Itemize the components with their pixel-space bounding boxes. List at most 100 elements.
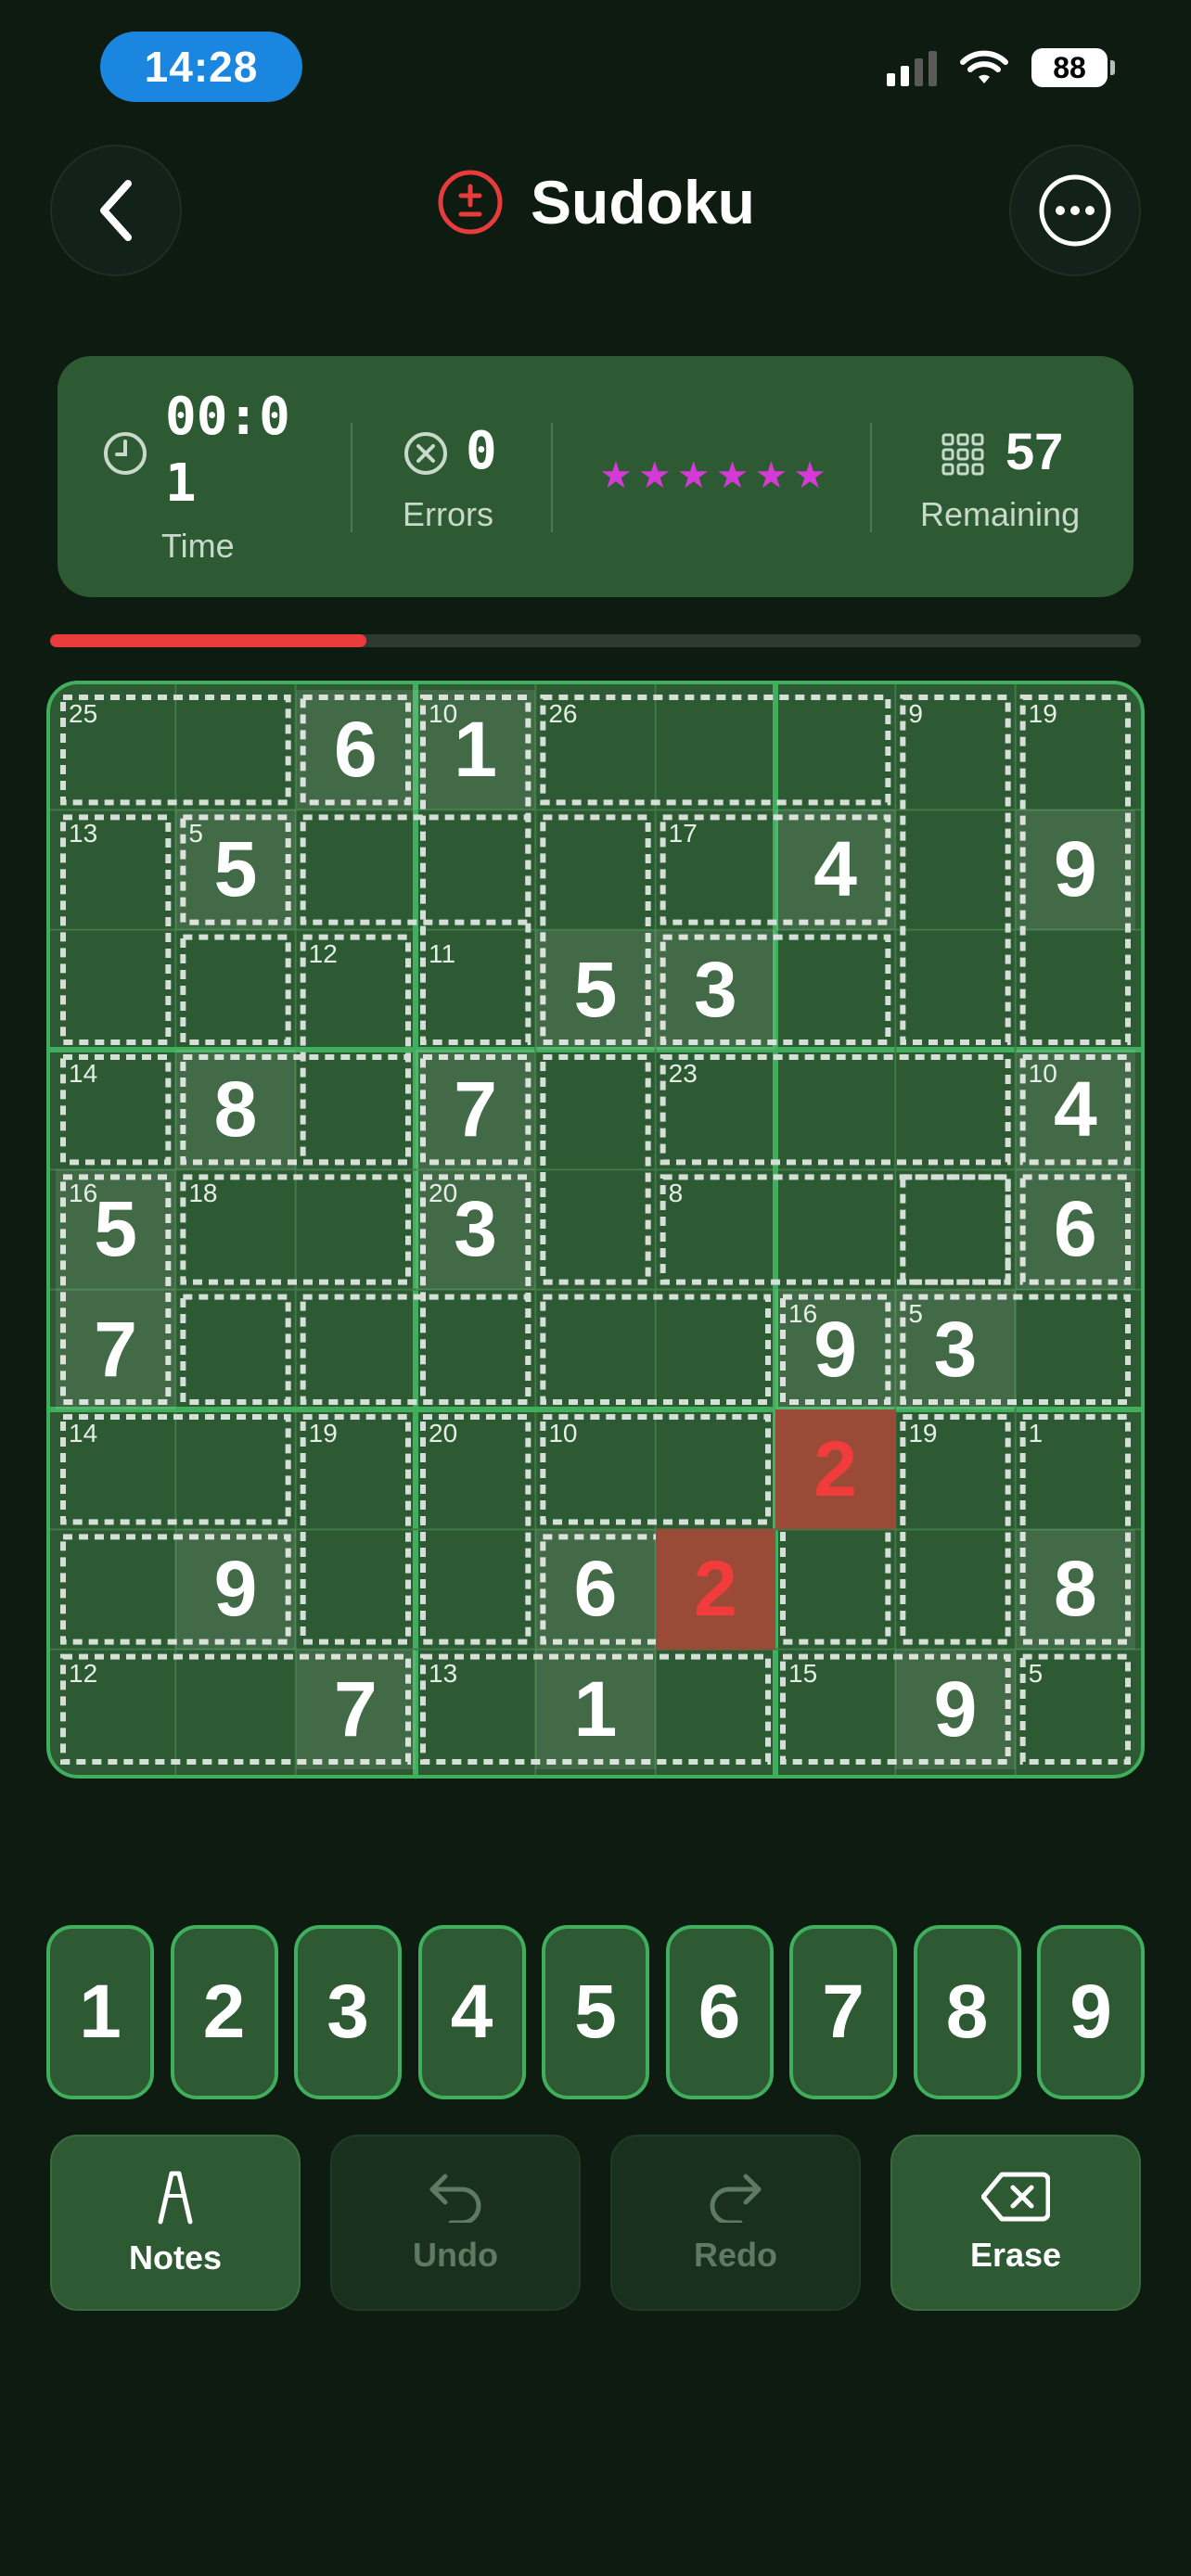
grid-icon [941, 433, 984, 476]
error-x-icon [404, 432, 447, 475]
cell-digit: 8 [213, 1065, 258, 1154]
cage-sum: 26 [548, 699, 578, 728]
cage-outline [660, 1054, 1011, 1166]
erase-label: Erase [969, 2236, 1062, 2274]
board-cell[interactable]: 9 [895, 1649, 1016, 1769]
cage-sum: 5 [1028, 1658, 1044, 1688]
board-cell[interactable]: 4 [775, 810, 896, 930]
cage-sum: 5 [188, 819, 203, 848]
cage-sum: 23 [668, 1059, 698, 1088]
cell-digit: 3 [693, 945, 737, 1033]
number-key-3[interactable]: 3 [294, 1925, 402, 2099]
cage-outline [900, 1174, 1011, 1285]
undo-button[interactable]: Undo [330, 2135, 581, 2311]
plus-minus-icon [438, 170, 503, 235]
progress-fill [50, 634, 367, 647]
cage-sum: 14 [69, 1419, 98, 1447]
board-cell[interactable]: 5 [535, 929, 656, 1050]
board-cell[interactable]: 6 [535, 1529, 656, 1650]
cage-sum: 16 [69, 1179, 98, 1208]
board-cell[interactable]: 8 [1015, 1529, 1135, 1650]
status-indicators: 88 [887, 48, 1115, 87]
cage-sum: 5 [908, 1298, 923, 1328]
board-cell[interactable]: 6 [1015, 1169, 1135, 1290]
clock-icon [104, 432, 147, 475]
cell-digit: 9 [1053, 825, 1097, 913]
board-cell[interactable]: 9 [1015, 810, 1135, 930]
more-icon [1039, 174, 1111, 247]
cage-sum: 13 [429, 1658, 458, 1688]
cell-digit: 6 [333, 706, 378, 794]
cage-sum: 19 [1028, 699, 1057, 728]
cell-digit: 4 [813, 825, 858, 913]
cage-sum: 12 [308, 938, 338, 968]
board-cell[interactable]: 1 [535, 1649, 656, 1769]
sudoku-board[interactable]: 6 1 5 4 9 5 3 8 7 4 5 3 6 7 9 3 2 9 6 2 8 7 1 9 25 10 26 9 19 13 5 17 12… [46, 681, 1145, 1779]
cell-digit: 9 [813, 1305, 858, 1393]
cage-outline [180, 1294, 291, 1406]
board-cell[interactable]: 7 [56, 1289, 176, 1409]
cage-sum: 8 [668, 1179, 684, 1208]
more-options-button[interactable] [1009, 145, 1141, 276]
cage-outline [900, 695, 1011, 1045]
divider [351, 423, 352, 532]
cage-sum: 10 [1028, 1059, 1057, 1088]
board-cell[interactable]: 9 [175, 1529, 296, 1650]
cell-digit: 5 [213, 825, 258, 913]
erase-button[interactable]: Erase [890, 2135, 1141, 2311]
cage-outline [180, 934, 291, 1045]
title-text: Sudoku [531, 168, 755, 236]
cage-sum: 16 [788, 1298, 818, 1328]
cell-digit: 7 [454, 1065, 498, 1154]
cell-digit: 6 [1053, 1185, 1097, 1273]
cage-sum: 1 [1028, 1419, 1044, 1447]
divider [551, 423, 553, 532]
cage-outline [540, 695, 891, 806]
cell-digit: 3 [454, 1185, 498, 1273]
board-cell[interactable]: 6 [295, 690, 416, 810]
cell-digit: 2 [693, 1545, 737, 1633]
wifi-icon [960, 50, 1008, 83]
number-key-2[interactable]: 2 [170, 1925, 278, 2099]
cage-sum: 20 [429, 1179, 458, 1208]
cell-digit: 1 [573, 1664, 618, 1753]
board-cell[interactable]: 8 [175, 1050, 296, 1170]
board-cell[interactable]: 3 [655, 929, 775, 1050]
battery-indicator: 88 [1031, 48, 1115, 87]
cage-sum: 18 [188, 1179, 218, 1208]
stats-card: 00:01 Time 0 Errors ★★★★★★ 57 Remaining [58, 356, 1133, 597]
time-value: 00:01 [165, 387, 290, 514]
number-key-4[interactable]: 4 [417, 1925, 526, 2099]
board-cell-error[interactable]: 2 [775, 1409, 896, 1530]
cell-digit: 3 [933, 1305, 978, 1393]
redo-button[interactable]: Redo [610, 2135, 861, 2311]
board-cell[interactable]: 7 [295, 1649, 416, 1769]
cell-digit: 2 [813, 1425, 858, 1513]
cage-sum: 11 [429, 938, 456, 968]
notes-button[interactable]: Notes [50, 2135, 301, 2311]
number-key-8[interactable]: 8 [913, 1925, 1021, 2099]
board-cell[interactable]: 7 [416, 1050, 536, 1170]
cage-sum: 14 [69, 1059, 98, 1088]
board-cell-error[interactable]: 2 [655, 1529, 775, 1650]
cage-sum: 19 [908, 1419, 938, 1447]
number-key-1[interactable]: 1 [46, 1925, 154, 2099]
cage-sum: 12 [69, 1658, 98, 1688]
cell-digit: 5 [94, 1185, 138, 1273]
cage-outline [660, 1174, 1011, 1285]
number-key-6[interactable]: 6 [665, 1925, 774, 2099]
cell-digit: 7 [333, 1664, 378, 1753]
divider [870, 423, 872, 532]
remaining-value: 57 [1005, 422, 1064, 480]
cell-digit: 4 [1053, 1065, 1097, 1154]
cell-digit: 8 [1053, 1545, 1097, 1633]
cell-digit: 1 [454, 706, 498, 794]
cage-sum: 13 [69, 819, 98, 848]
number-key-5[interactable]: 5 [542, 1925, 649, 2099]
cage-sum: 17 [668, 819, 698, 848]
cellular-signal-icon [887, 49, 937, 86]
cell-digit: 9 [933, 1664, 978, 1753]
number-key-9[interactable]: 9 [1037, 1925, 1145, 2099]
number-key-7[interactable]: 7 [789, 1925, 897, 2099]
pencil-icon [158, 2171, 193, 2225]
